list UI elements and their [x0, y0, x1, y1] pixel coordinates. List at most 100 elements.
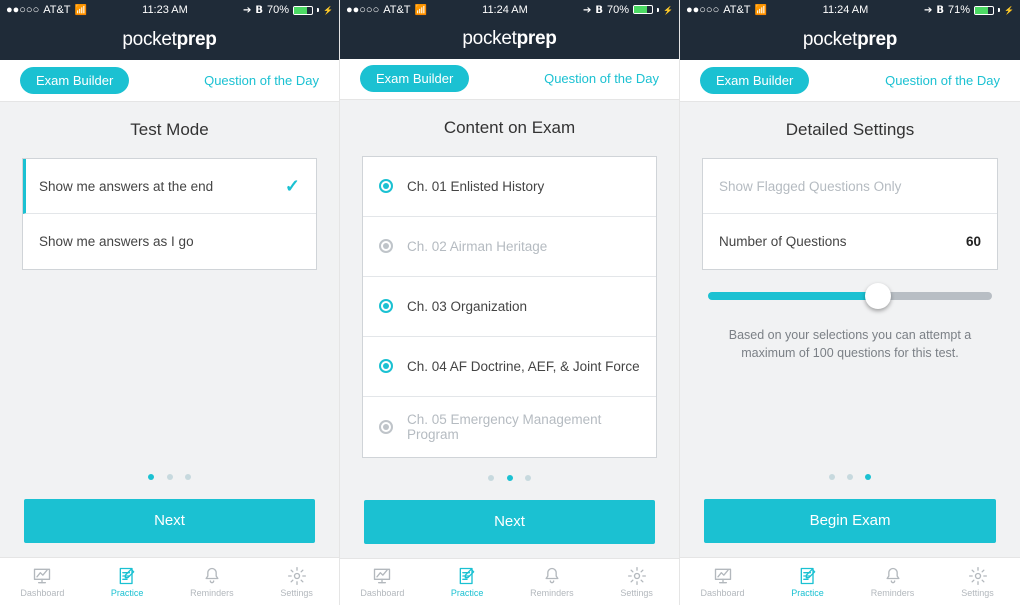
status-bar: ●●○○○ AT&T 11:23 AM 70% — [0, 0, 339, 20]
section-title: Detailed Settings — [702, 120, 998, 140]
battery-icon — [974, 6, 994, 15]
section-title: Content on Exam — [362, 118, 657, 138]
tab-label: Settings — [620, 588, 653, 598]
dot-2 — [167, 474, 173, 480]
tab-dashboard[interactable]: Dashboard — [340, 559, 425, 605]
exam-builder-tab[interactable]: Exam Builder — [20, 67, 129, 94]
dot-3 — [865, 474, 871, 480]
subnav: Exam Builder Question of the Day — [340, 59, 679, 100]
section-title: Test Mode — [22, 120, 317, 140]
dot-1 — [488, 475, 494, 481]
battery-icon — [293, 6, 313, 15]
tab-reminders[interactable]: Reminders — [510, 559, 595, 605]
dot-2 — [847, 474, 853, 480]
practice-icon — [116, 566, 138, 586]
dot-3 — [185, 474, 191, 480]
charging-icon — [663, 4, 673, 16]
qotd-tab[interactable]: Question of the Day — [204, 73, 319, 88]
bluetooth-icon — [936, 4, 944, 16]
tab-label: Dashboard — [700, 588, 744, 598]
settings-list: Show Flagged Questions Only Number of Qu… — [702, 158, 998, 270]
status-time: 11:24 AM — [482, 4, 528, 16]
dot-1 — [829, 474, 835, 480]
practice-icon — [797, 566, 819, 586]
carrier-label: AT&T — [723, 4, 750, 16]
dashboard-icon — [31, 566, 53, 586]
exam-builder-tab[interactable]: Exam Builder — [360, 65, 469, 92]
chapter-list: Ch. 01 Enlisted History Ch. 02 Airman He… — [362, 156, 657, 458]
slider-note: Based on your selections you can attempt… — [708, 326, 992, 362]
bell-icon — [201, 566, 223, 586]
chapter-label: Ch. 03 Organization — [407, 299, 527, 314]
charging-icon — [1004, 4, 1014, 16]
wifi-icon — [415, 4, 427, 16]
signal-dots: ●●○○○ — [346, 4, 379, 16]
slider-thumb[interactable] — [865, 283, 891, 309]
tab-practice[interactable]: Practice — [85, 558, 170, 605]
test-mode-list: Show me answers at the end ✓ Show me ans… — [22, 158, 317, 270]
flagged-only-row[interactable]: Show Flagged Questions Only — [703, 159, 997, 214]
bluetooth-icon — [595, 4, 603, 16]
tab-settings[interactable]: Settings — [594, 559, 679, 605]
phone-screen-3: ●●○○○ AT&T 11:24 AM 71% pocketprep Exam … — [680, 0, 1020, 605]
tab-settings[interactable]: Settings — [935, 558, 1020, 605]
phone-screen-2: ●●○○○ AT&T 11:24 AM 70% pocketprep Exam … — [340, 0, 680, 605]
tab-label: Reminders — [190, 588, 234, 598]
app-header: pocketprep — [0, 20, 339, 60]
chapter-row[interactable]: Ch. 02 Airman Heritage — [363, 217, 656, 277]
option-answers-end[interactable]: Show me answers at the end ✓ — [23, 159, 316, 214]
dashboard-icon — [371, 566, 393, 586]
page-dots — [362, 468, 657, 486]
radio-icon — [379, 239, 393, 253]
chapter-row[interactable]: Ch. 05 Emergency Management Program — [363, 397, 656, 457]
bell-icon — [882, 566, 904, 586]
status-time: 11:24 AM — [823, 4, 869, 16]
signal-dots: ●●○○○ — [686, 4, 719, 16]
chapter-row[interactable]: Ch. 03 Organization — [363, 277, 656, 337]
question-count-slider[interactable] — [708, 292, 992, 300]
next-button[interactable]: Next — [364, 500, 655, 544]
location-icon — [924, 4, 932, 16]
row-label: Number of Questions — [719, 234, 847, 249]
qotd-tab[interactable]: Question of the Day — [544, 71, 659, 86]
dot-3 — [525, 475, 531, 481]
tab-reminders[interactable]: Reminders — [170, 558, 255, 605]
begin-exam-button[interactable]: Begin Exam — [704, 499, 996, 543]
content-area: Content on Exam Ch. 01 Enlisted History … — [340, 100, 679, 558]
tab-practice[interactable]: Practice — [765, 558, 850, 605]
tab-label: Dashboard — [360, 588, 404, 598]
tab-practice[interactable]: Practice — [425, 559, 510, 605]
chapter-row[interactable]: Ch. 01 Enlisted History — [363, 157, 656, 217]
dot-1 — [148, 474, 154, 480]
chapter-label: Ch. 05 Emergency Management Program — [407, 412, 640, 442]
carrier-label: AT&T — [383, 4, 410, 16]
exam-builder-tab[interactable]: Exam Builder — [700, 67, 809, 94]
logo: pocketprep — [803, 29, 897, 51]
status-bar: ●●○○○ AT&T 11:24 AM 70% — [340, 0, 679, 20]
carrier-label: AT&T — [43, 4, 70, 16]
page-dots — [702, 467, 998, 485]
num-questions-row[interactable]: Number of Questions 60 — [703, 214, 997, 269]
gear-icon — [626, 566, 648, 586]
battery-icon — [633, 5, 653, 14]
status-bar: ●●○○○ AT&T 11:24 AM 71% — [680, 0, 1020, 20]
option-answers-as-i-go[interactable]: Show me answers as I go — [23, 214, 316, 269]
tab-label: Settings — [961, 588, 994, 598]
tab-reminders[interactable]: Reminders — [850, 558, 935, 605]
battery-percent: 71% — [948, 4, 970, 16]
radio-icon — [379, 179, 393, 193]
next-button[interactable]: Next — [24, 499, 315, 543]
qotd-tab[interactable]: Question of the Day — [885, 73, 1000, 88]
tab-label: Reminders — [871, 588, 915, 598]
tab-dashboard[interactable]: Dashboard — [680, 558, 765, 605]
chapter-label: Ch. 02 Airman Heritage — [407, 239, 547, 254]
chapter-row[interactable]: Ch. 04 AF Doctrine, AEF, & Joint Force — [363, 337, 656, 397]
tab-dashboard[interactable]: Dashboard — [0, 558, 85, 605]
gear-icon — [967, 566, 989, 586]
page-dots — [22, 467, 317, 485]
logo: pocketprep — [462, 28, 556, 50]
radio-icon — [379, 299, 393, 313]
dashboard-icon — [712, 566, 734, 586]
radio-icon — [379, 359, 393, 373]
tab-settings[interactable]: Settings — [254, 558, 339, 605]
